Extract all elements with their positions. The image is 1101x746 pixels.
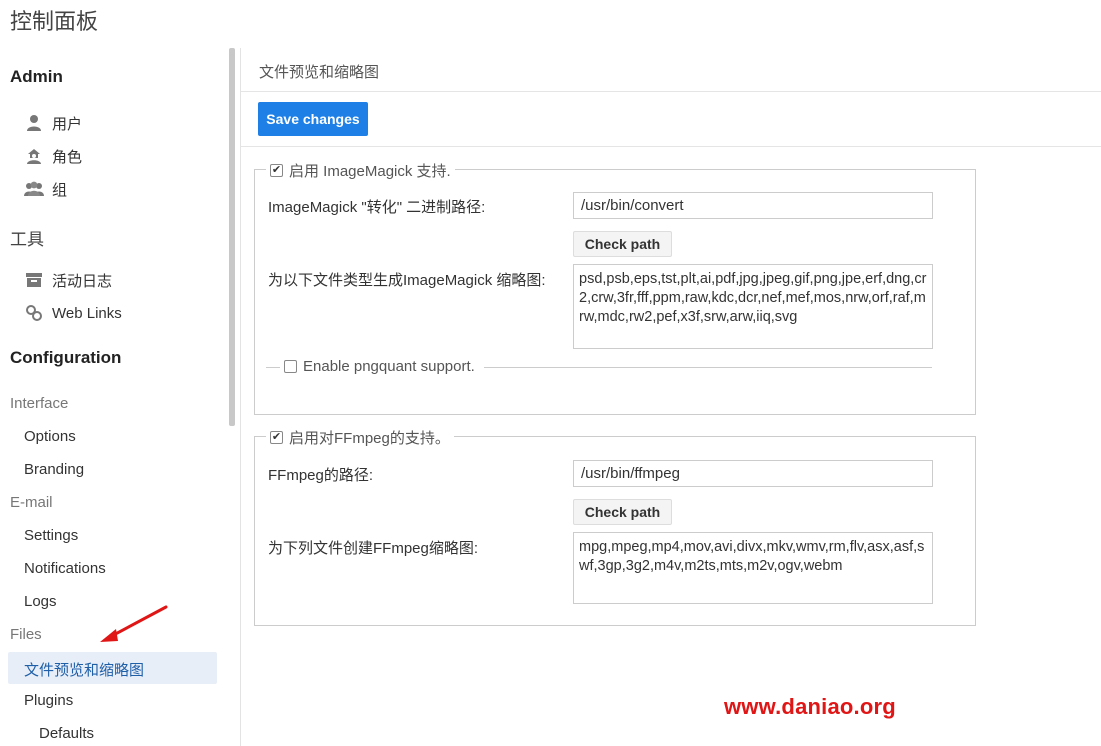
sidebar-heading-configuration: Configuration — [10, 348, 122, 367]
sidebar-heading-admin: Admin — [10, 67, 63, 86]
sidebar-item-label: 组 — [52, 181, 68, 199]
ffmpeg-enable-checkbox[interactable]: ✔ — [270, 431, 283, 444]
ffmpeg-path-label: FFmpeg的路径: — [268, 467, 374, 484]
legend-line — [266, 367, 280, 368]
ffmpeg-check-path-button[interactable]: Check path — [573, 499, 672, 525]
ffmpeg-types-label: 为下列文件创建FFmpeg缩略图: — [268, 540, 479, 557]
group-icon — [24, 179, 44, 199]
ffmpeg-types-textarea[interactable]: mpg,mpeg,mp4,mov,avi,divx,mkv,wmv,rm,flv… — [573, 532, 933, 604]
sidebar-item-settings[interactable]: Settings — [24, 527, 78, 544]
imagemagick-types-label: 为以下文件类型生成ImageMagick 缩略图: — [268, 272, 546, 289]
divider — [241, 146, 1101, 147]
sidebar-item-plugins[interactable]: Plugins — [24, 692, 73, 709]
sidebar-item-logs[interactable]: Logs — [24, 593, 57, 610]
red-arrow-icon — [100, 605, 168, 642]
sidebar-group-interface: Interface — [10, 395, 69, 412]
sidebar-item-branding[interactable]: Branding — [24, 461, 84, 478]
ffmpeg-path-input[interactable] — [573, 460, 933, 487]
pngquant-legend: Enable pngquant support. — [266, 358, 932, 378]
sidebar-item-users[interactable]: 用户 — [24, 110, 82, 136]
imagemagick-types-textarea[interactable]: psd,psb,eps,tst,plt,ai,pdf,jpg,jpeg,gif,… — [573, 264, 933, 349]
sidebar-scrollbar[interactable] — [229, 48, 235, 426]
sidebar-item-label: Web Links — [52, 304, 122, 322]
sidebar-item-label: 角色 — [52, 148, 83, 166]
imagemagick-path-input[interactable] — [573, 192, 933, 219]
sidebar-item-groups[interactable]: 组 — [24, 176, 67, 202]
sidebar-item-options[interactable]: Options — [24, 428, 76, 445]
pngquant-checkbox[interactable] — [284, 360, 297, 373]
sidebar-item-label: 用户 — [52, 115, 83, 133]
main-title: 文件预览和缩略图 — [259, 64, 380, 81]
pngquant-label: Enable pngquant support. — [303, 358, 475, 375]
role-icon — [24, 146, 44, 166]
watermark-text: www.daniao.org — [724, 694, 896, 719]
imagemagick-check-path-button[interactable]: Check path — [573, 231, 672, 257]
ffmpeg-legend-label: 启用对FFmpeg的支持。 — [289, 430, 450, 447]
sidebar-heading-tools: 工具 — [10, 230, 44, 249]
sidebar-divider — [240, 48, 241, 746]
sidebar-item-web-links[interactable]: Web Links — [24, 300, 122, 326]
sidebar-item-activity-log[interactable]: 活动日志 — [24, 267, 112, 293]
imagemagick-legend: ✔ 启用 ImageMagick 支持. — [266, 160, 455, 181]
link-icon — [24, 303, 44, 323]
sidebar-item-defaults[interactable]: Defaults — [39, 725, 94, 742]
sidebar-group-email: E-mail — [10, 494, 53, 511]
imagemagick-path-label: ImageMagick "转化" 二进制路径: — [268, 199, 486, 216]
sidebar-item-file-previews[interactable]: 文件预览和缩略图 — [24, 659, 144, 680]
sidebar-item-notifications[interactable]: Notifications — [24, 560, 106, 577]
pngquant-legend-content: Enable pngquant support. — [280, 358, 479, 375]
imagemagick-legend-label: 启用 ImageMagick 支持. — [289, 163, 451, 180]
legend-line — [484, 367, 932, 368]
divider — [241, 91, 1101, 92]
imagemagick-enable-checkbox[interactable]: ✔ — [270, 164, 283, 177]
user-icon — [24, 113, 44, 133]
sidebar-group-files: Files — [10, 626, 42, 643]
sidebar-item-label: 活动日志 — [52, 272, 113, 290]
archive-icon — [24, 270, 44, 290]
sidebar-item-roles[interactable]: 角色 — [24, 143, 82, 169]
save-changes-button[interactable]: Save changes — [258, 102, 368, 136]
ffmpeg-legend: ✔ 启用对FFmpeg的支持。 — [266, 427, 454, 448]
page-title: 控制面板 — [10, 9, 99, 34]
